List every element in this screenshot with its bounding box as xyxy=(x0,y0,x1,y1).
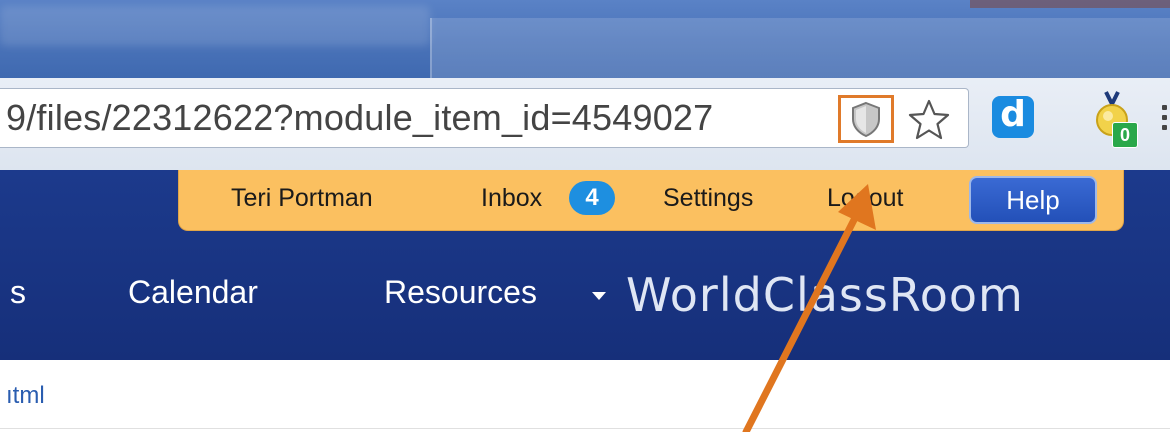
annotation-arrow-icon xyxy=(742,184,876,432)
